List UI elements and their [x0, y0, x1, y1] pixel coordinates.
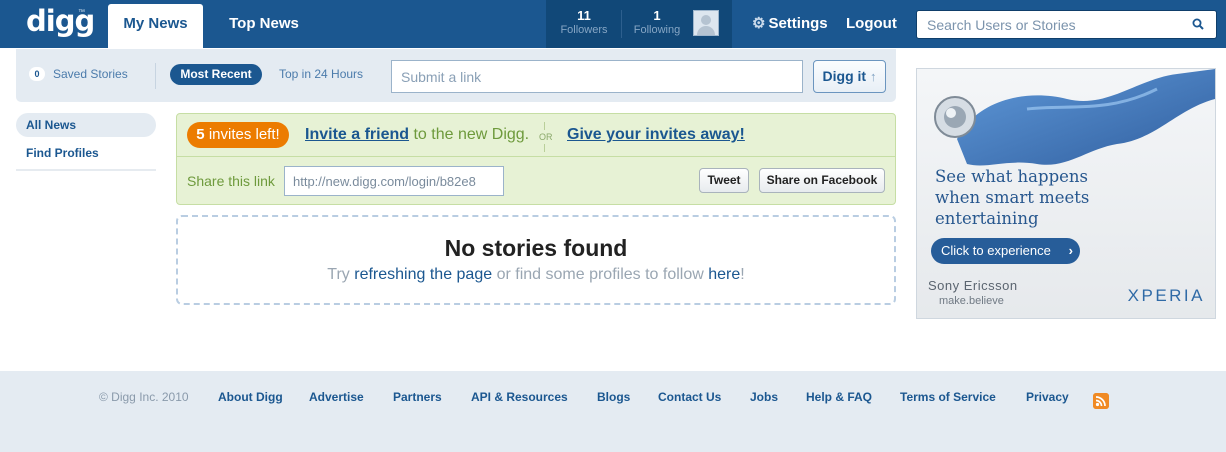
toolbar-divider [155, 63, 156, 89]
trademark-mark: ™ [78, 9, 85, 16]
avatar[interactable] [693, 10, 719, 36]
news-toolbar: 0 Saved Stories Most Recent Top in 24 Ho… [16, 49, 896, 102]
footer-link-terms[interactable]: Terms of Service [900, 390, 996, 404]
footer-link-contact[interactable]: Contact Us [658, 390, 721, 404]
find-profiles-here-link[interactable]: here [708, 266, 740, 283]
most-recent-button[interactable]: Most Recent [170, 64, 262, 85]
invite-tail-text: to the new Digg. [413, 126, 530, 143]
share-facebook-button[interactable]: Share on Facebook [759, 168, 885, 193]
invites-left-text: invites left! [208, 126, 280, 143]
advertisement[interactable]: See what happens when smart meets entert… [916, 68, 1216, 319]
saved-count-badge: 0 [29, 67, 45, 81]
footer-link-jobs[interactable]: Jobs [750, 390, 778, 404]
search-input[interactable] [917, 11, 1177, 38]
give-invites-text: Give your invites away! [567, 125, 745, 145]
avatar-head [701, 15, 711, 25]
user-stats: 11 Followers 1 Following [546, 0, 732, 48]
top-24-hours-link[interactable]: Top in 24 Hours [279, 67, 363, 81]
following-stat[interactable]: 1 Following [629, 8, 685, 37]
sidebar-item-find-profiles[interactable]: Find Profiles [16, 141, 156, 165]
ad-tagline: make.believe [939, 295, 1004, 307]
invite-panel: 5 invites left! Invite a friend to the n… [176, 113, 896, 205]
footer-link-blogs[interactable]: Blogs [597, 390, 630, 404]
invites-count: 5 [196, 126, 205, 143]
empty-try-text: Try [327, 266, 350, 283]
ad-brand: Sony Ericsson [928, 278, 1018, 293]
give-invites-link[interactable]: Give your invites away! [567, 126, 745, 143]
ad-cta-label: Click to experience [941, 243, 1051, 258]
footer-link-api[interactable]: API & Resources [471, 390, 568, 404]
submit-link-box [391, 60, 803, 93]
following-count: 1 [653, 8, 661, 23]
invite-friend-link[interactable]: Invite a friend [305, 126, 409, 143]
followers-label: Followers [560, 24, 608, 36]
search-box [916, 10, 1217, 39]
empty-end-text: ! [740, 266, 745, 283]
top-header: digg ™ My News Top News 11 Followers 1 F… [0, 0, 1226, 48]
invite-sentence: Invite a friend to the new Digg. [305, 125, 529, 145]
digg-it-label: Digg it [822, 68, 867, 84]
invites-left-badge: 5 invites left! [187, 122, 289, 148]
following-label: Following [633, 24, 681, 36]
empty-title: No stories found [444, 235, 628, 261]
stats-divider [621, 10, 622, 38]
empty-state: No stories found Try refreshing the page… [176, 215, 896, 305]
share-link-label: Share this link [187, 173, 275, 189]
sidebar-item-all-news[interactable]: All News [16, 113, 156, 137]
empty-middle-text: or find some profiles to follow [496, 266, 704, 283]
tab-top-news[interactable]: Top News [216, 4, 312, 48]
settings-link[interactable]: ⚙ Settings [752, 14, 828, 34]
ad-headline: See what happens when smart meets entert… [935, 167, 1090, 228]
up-arrow-icon: ↑ [869, 69, 877, 84]
footer: © Digg Inc. 2010 About Digg Advertise Pa… [0, 371, 1226, 452]
footer-link-help[interactable]: Help & FAQ [806, 390, 872, 404]
empty-message: Try refreshing the page or find some pro… [178, 265, 894, 285]
digg-it-button[interactable]: Digg it ↑ [813, 60, 886, 93]
share-link-input[interactable] [285, 167, 503, 195]
footer-link-about[interactable]: About Digg [218, 390, 283, 404]
invite-header: 5 invites left! Invite a friend to the n… [177, 114, 895, 157]
rss-icon[interactable] [1093, 393, 1109, 409]
chevron-right-icon: › [1068, 243, 1073, 258]
saved-stories-link[interactable]: Saved Stories [53, 67, 128, 81]
or-separator: OR [539, 122, 553, 152]
search-icon[interactable] [1192, 18, 1204, 30]
refresh-page-link[interactable]: refreshing the page [354, 266, 492, 283]
logout-link[interactable]: Logout [846, 14, 897, 34]
followers-count: 11 [577, 8, 591, 23]
copyright: © Digg Inc. 2010 [99, 390, 189, 404]
footer-link-advertise[interactable]: Advertise [309, 390, 364, 404]
submit-link-input[interactable] [392, 61, 802, 92]
tweet-button[interactable]: Tweet [699, 168, 749, 193]
share-link-box [284, 166, 504, 196]
ad-cta-button[interactable]: Click to experience › [931, 238, 1080, 264]
followers-stat[interactable]: 11 Followers [556, 8, 612, 37]
settings-label: Settings [768, 15, 828, 32]
gear-icon: ⚙ [752, 15, 766, 32]
footer-link-partners[interactable]: Partners [393, 390, 442, 404]
footer-link-privacy[interactable]: Privacy [1026, 390, 1069, 404]
avatar-body [697, 26, 715, 35]
tab-my-news[interactable]: My News [108, 4, 203, 48]
sidebar-divider [16, 169, 156, 171]
ad-product-logo: XPERIA [1127, 286, 1205, 305]
